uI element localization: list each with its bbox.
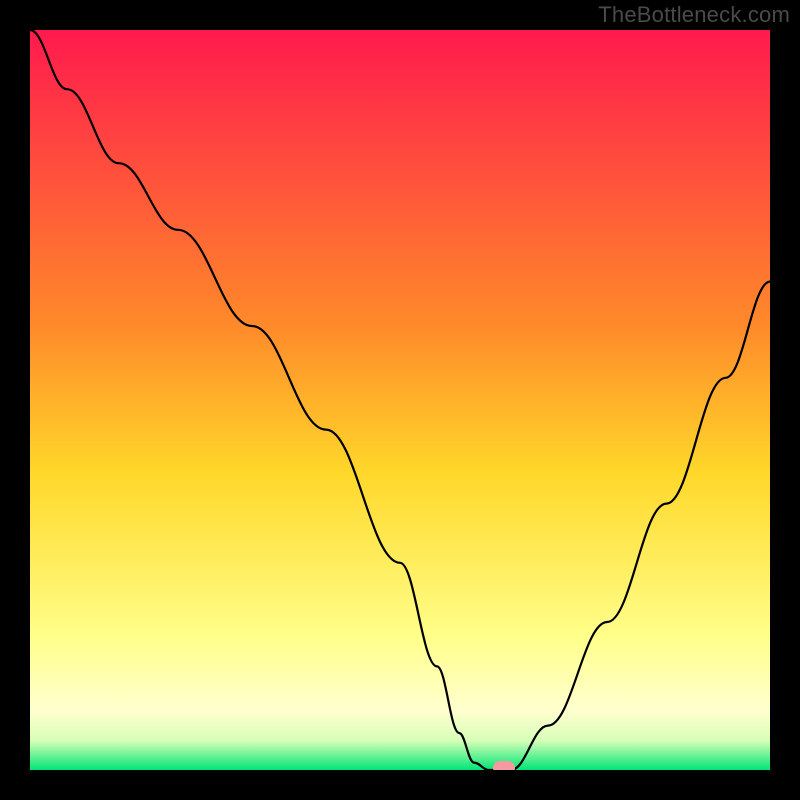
chart-frame: TheBottleneck.com [0,0,800,800]
plot-area [30,30,770,770]
optimal-point-marker [493,761,515,770]
plot-svg [30,30,770,770]
watermark-text: TheBottleneck.com [598,2,790,28]
gradient-background [30,30,770,770]
